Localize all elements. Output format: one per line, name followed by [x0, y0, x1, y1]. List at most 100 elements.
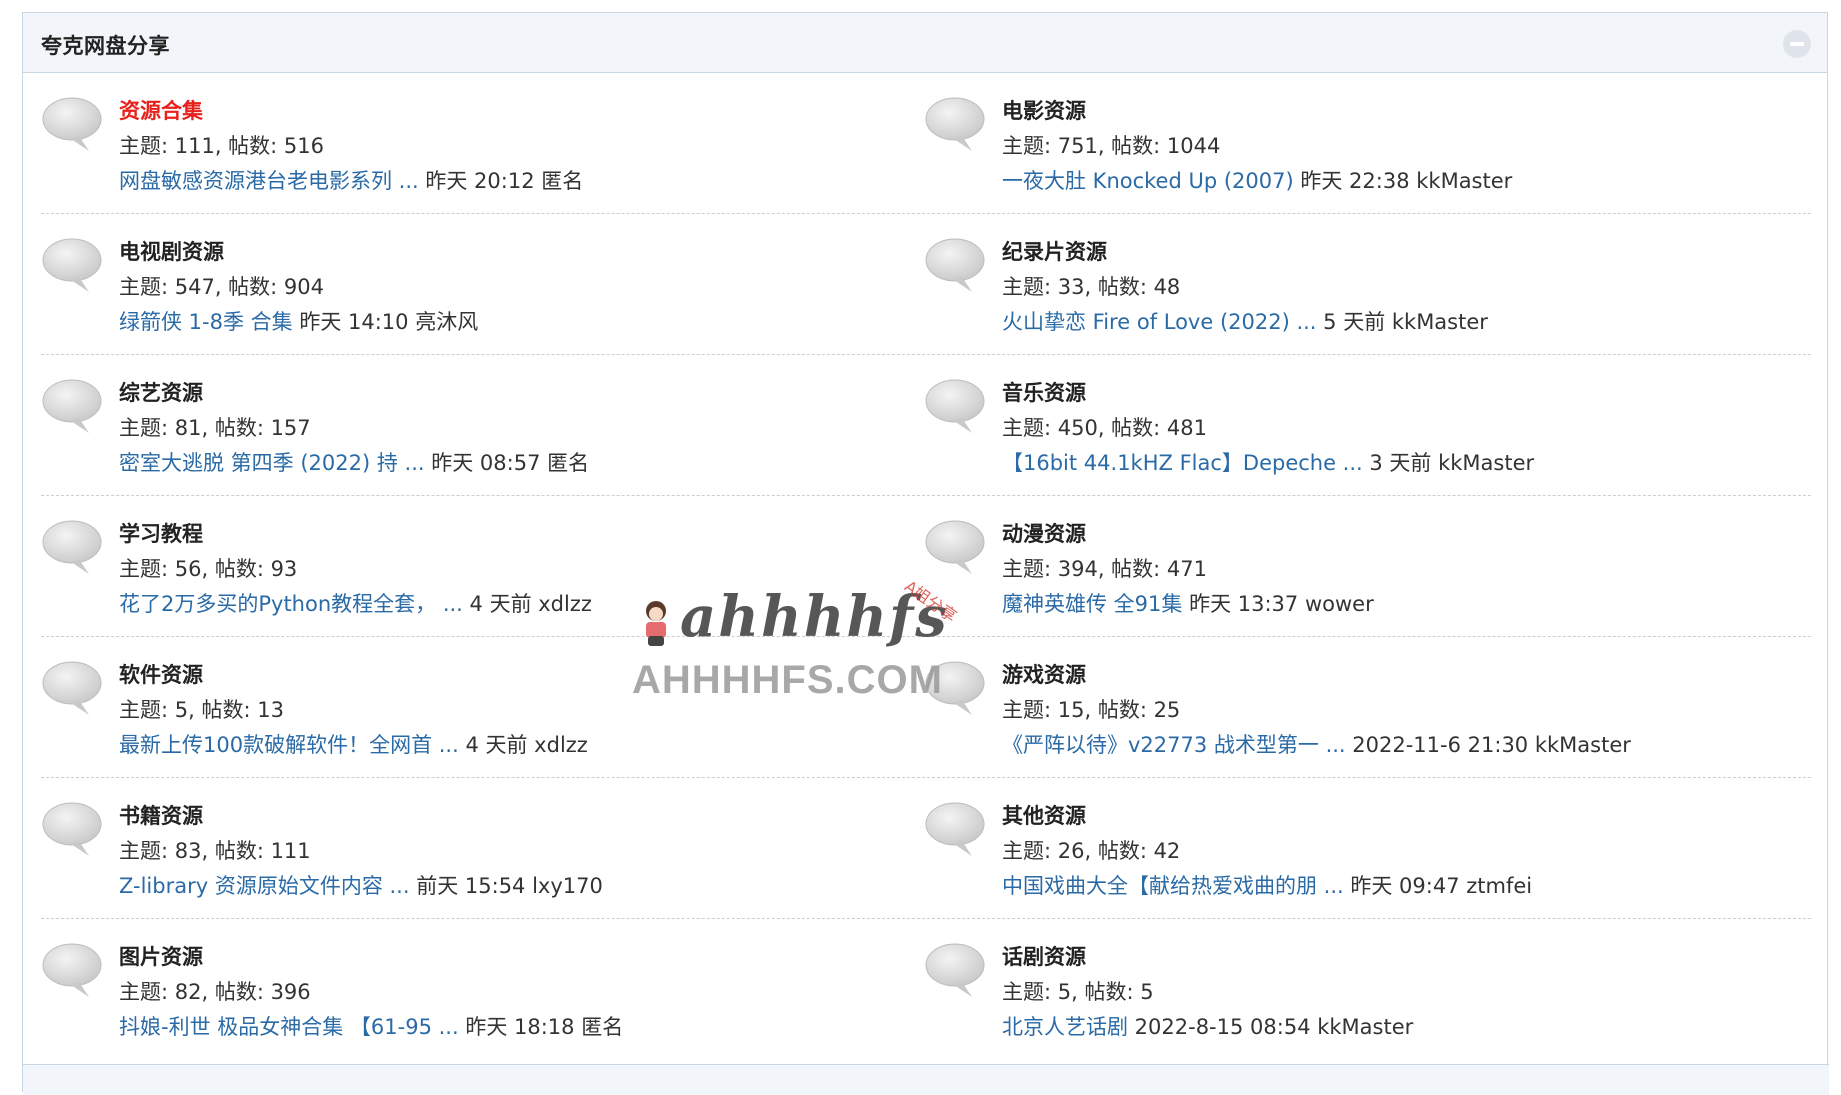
last-post-link[interactable]: Z-library 资源原始文件内容 ...	[119, 874, 410, 898]
last-post-meta: 2022-8-15 08:54 kkMaster	[1128, 1015, 1414, 1039]
forum-name-link[interactable]: 综艺资源	[119, 377, 203, 407]
section-header: 夸克网盘分享	[23, 13, 1827, 73]
forum-item: 软件资源 主题: 5, 帖数: 13 最新上传100款破解软件！全网首 ... 4 …	[41, 637, 921, 777]
forum-stats: 主题: 5, 帖数: 5	[1002, 980, 1154, 1004]
forum-last-post: Z-library 资源原始文件内容 ... 前天 15:54 lxy170	[119, 870, 603, 900]
forum-stats: 主题: 547, 帖数: 904	[119, 275, 325, 299]
forum-stats: 主题: 56, 帖数: 93	[119, 557, 298, 581]
forum-stats: 主题: 81, 帖数: 157	[119, 416, 311, 440]
forum-name-link[interactable]: 音乐资源	[1002, 377, 1086, 407]
last-post-link[interactable]: 网盘敏感资源港台老电影系列 ...	[119, 169, 419, 193]
forum-last-post: 绿箭侠 1-8季 合集 昨天 14:10 亮沐风	[119, 306, 478, 336]
last-post-link[interactable]: 北京人艺话剧	[1002, 1015, 1128, 1039]
forum-last-post: 北京人艺话剧 2022-8-15 08:54 kkMaster	[1002, 1011, 1413, 1041]
speech-bubble-icon[interactable]	[41, 236, 103, 294]
forum-name-link[interactable]: 书籍资源	[119, 800, 203, 830]
speech-bubble-icon[interactable]	[41, 95, 103, 153]
forum-stats: 主题: 751, 帖数: 1044	[1002, 134, 1221, 158]
forum-item: 动漫资源 主题: 394, 帖数: 471 魔神英雄传 全91集 昨天 13:37 …	[924, 496, 1804, 636]
speech-bubble-icon[interactable]	[41, 518, 103, 576]
forum-row: 电视剧资源主题: 547, 帖数: 904 绿箭侠 1-8季 合集 昨天 14:1…	[41, 214, 1811, 355]
last-post-link[interactable]: 《严阵以待》v22773 战术型第一 ...	[1002, 733, 1346, 757]
forum-last-post: 抖娘-利世 极品女神合集 【61-95 ... 昨天 18:18 匿名	[119, 1011, 623, 1041]
collapse-icon[interactable]	[1783, 30, 1811, 58]
last-post-meta: 4 天前 xdlzz	[458, 733, 588, 757]
forum-last-post: 网盘敏感资源港台老电影系列 ... 昨天 20:12 匿名	[119, 165, 583, 195]
last-post-link[interactable]: 火山挚恋 Fire of Love (2022) ...	[1002, 310, 1316, 334]
forum-last-post: 花了2万多买的Python教程全套， ... 4 天前 xdlzz	[119, 588, 592, 618]
speech-bubble-icon[interactable]	[41, 941, 103, 999]
forum-item: 学习教程主题: 56, 帖数: 93 花了2万多买的Python教程全套， ...…	[41, 496, 921, 636]
last-post-meta: 2022-11-6 21:30 kkMaster	[1345, 733, 1631, 757]
speech-bubble-icon[interactable]	[924, 518, 986, 576]
last-post-link[interactable]: 花了2万多买的Python教程全套， ...	[119, 592, 463, 616]
last-post-link[interactable]: 一夜大肚 Knocked Up (2007)	[1002, 169, 1294, 193]
forum-row: 资源合集 主题: 111, 帖数: 516 网盘敏感资源港台老电影系列 ... 昨天…	[41, 73, 1811, 214]
forum-name-link[interactable]: 图片资源	[119, 941, 203, 971]
forum-stats: 主题: 15, 帖数: 25	[1002, 698, 1181, 722]
last-post-meta: 4 天前 xdlzz	[462, 592, 592, 616]
forum-last-post: 火山挚恋 Fire of Love (2022) ... 5 天前 kkMast…	[1002, 306, 1488, 336]
forum-last-post: 魔神英雄传 全91集 昨天 13:37 wower	[1002, 588, 1374, 618]
forum-name-link[interactable]: 动漫资源	[1002, 518, 1086, 548]
forum-item: 电影资源主题: 751, 帖数: 1044 一夜大肚 Knocked Up (20…	[924, 73, 1804, 213]
last-post-meta: 昨天 20:12 匿名	[418, 169, 584, 193]
last-post-meta: 昨天 13:37 wower	[1182, 592, 1374, 616]
forum-name-link[interactable]: 学习教程	[119, 518, 203, 548]
forum-item: 纪录片资源主题: 33, 帖数: 48 火山挚恋 Fire of Love (20…	[924, 214, 1804, 354]
last-post-meta: 昨天 08:57 匿名	[424, 451, 590, 475]
forum-last-post: 中国戏曲大全【献给热爱戏曲的朋 ... 昨天 09:47 ztmfei	[1002, 870, 1532, 900]
speech-bubble-icon[interactable]	[41, 800, 103, 858]
forum-item: 综艺资源主题: 81, 帖数: 157 密室大逃脱 第四季 (2022) 持 ..…	[41, 355, 921, 495]
last-post-meta: 昨天 14:10 亮沐风	[292, 310, 479, 334]
forum-row: 软件资源 主题: 5, 帖数: 13 最新上传100款破解软件！全网首 ... 4 …	[41, 637, 1811, 778]
forum-last-post: 一夜大肚 Knocked Up (2007) 昨天 22:38 kkMaster	[1002, 165, 1512, 195]
speech-bubble-icon[interactable]	[924, 659, 986, 717]
forum-row: 图片资源主题: 82, 帖数: 396 抖娘-利世 极品女神合集 【61-95 .…	[41, 919, 1811, 1060]
last-post-link[interactable]: 绿箭侠 1-8季 合集	[119, 310, 293, 334]
last-post-meta: 昨天 09:47 ztmfei	[1343, 874, 1533, 898]
forum-section-panel: 夸克网盘分享 资源合集 主题: 111, 帖数: 516 网盘敏感资源港台老电影系列…	[22, 12, 1829, 1095]
speech-bubble-icon[interactable]	[924, 941, 986, 999]
forum-name-link[interactable]: 游戏资源	[1002, 659, 1086, 689]
forum-row: 综艺资源主题: 81, 帖数: 157 密室大逃脱 第四季 (2022) 持 ..…	[41, 355, 1811, 496]
forum-stats: 主题: 33, 帖数: 48	[1002, 275, 1181, 299]
last-post-meta: 前天 15:54 lxy170	[409, 874, 603, 898]
speech-bubble-icon[interactable]	[924, 236, 986, 294]
forum-name-link[interactable]: 其他资源	[1002, 800, 1086, 830]
forum-item: 游戏资源主题: 15, 帖数: 25 《严阵以待》v22773 战术型第一 ...…	[924, 637, 1804, 777]
forum-item: 音乐资源 主题: 450, 帖数: 481 【16bit 44.1kHZ Flac】…	[924, 355, 1804, 495]
last-post-link[interactable]: 【16bit 44.1kHZ Flac】Depeche ...	[1002, 451, 1363, 475]
last-post-link[interactable]: 密室大逃脱 第四季 (2022) 持 ...	[119, 451, 425, 475]
speech-bubble-icon[interactable]	[924, 800, 986, 858]
forum-stats: 主题: 83, 帖数: 111	[119, 839, 311, 863]
last-post-meta: 5 天前 kkMaster	[1316, 310, 1488, 334]
last-post-link[interactable]: 最新上传100款破解软件！全网首 ...	[119, 733, 459, 757]
forum-stats: 主题: 26, 帖数: 42	[1002, 839, 1181, 863]
last-post-meta: 昨天 22:38 kkMaster	[1293, 169, 1513, 193]
forum-name-link[interactable]: 电影资源	[1002, 95, 1086, 125]
speech-bubble-icon[interactable]	[924, 377, 986, 435]
forum-name-link[interactable]: 话剧资源	[1002, 941, 1086, 971]
last-post-meta: 3 天前 kkMaster	[1362, 451, 1535, 475]
forum-item: 电视剧资源主题: 547, 帖数: 904 绿箭侠 1-8季 合集 昨天 14:1…	[41, 214, 921, 354]
speech-bubble-icon[interactable]	[924, 95, 986, 153]
forum-last-post: 《严阵以待》v22773 战术型第一 ... 2022-11-6 21:30 k…	[1002, 729, 1631, 759]
forum-stats: 主题: 82, 帖数: 396	[119, 980, 311, 1004]
forum-item: 书籍资源主题: 83, 帖数: 111 Z-library 资源原始文件内容 ..…	[41, 778, 921, 918]
last-post-link[interactable]: 中国戏曲大全【献给热爱戏曲的朋 ...	[1002, 874, 1344, 898]
last-post-meta: 昨天 18:18 匿名	[458, 1015, 624, 1039]
forum-item: 话剧资源主题: 5, 帖数: 5 北京人艺话剧 2022-8-15 08:54 k…	[924, 919, 1804, 1059]
forum-name-link[interactable]: 电视剧资源	[119, 236, 224, 266]
speech-bubble-icon[interactable]	[41, 377, 103, 435]
forum-name-link[interactable]: 软件资源	[119, 659, 203, 689]
last-post-link[interactable]: 魔神英雄传 全91集	[1002, 592, 1182, 616]
forum-name-link[interactable]: 资源合集	[119, 95, 203, 125]
last-post-link[interactable]: 抖娘-利世 极品女神合集 【61-95 ...	[119, 1015, 459, 1039]
forum-item: 图片资源主题: 82, 帖数: 396 抖娘-利世 极品女神合集 【61-95 .…	[41, 919, 921, 1059]
speech-bubble-icon[interactable]	[41, 659, 103, 717]
forum-item: 其他资源主题: 26, 帖数: 42 中国戏曲大全【献给热爱戏曲的朋 ... 昨天…	[924, 778, 1804, 918]
forum-last-post: 密室大逃脱 第四季 (2022) 持 ... 昨天 08:57 匿名	[119, 447, 589, 477]
forum-last-post: 最新上传100款破解软件！全网首 ... 4 天前 xdlzz	[119, 729, 588, 759]
forum-name-link[interactable]: 纪录片资源	[1002, 236, 1107, 266]
